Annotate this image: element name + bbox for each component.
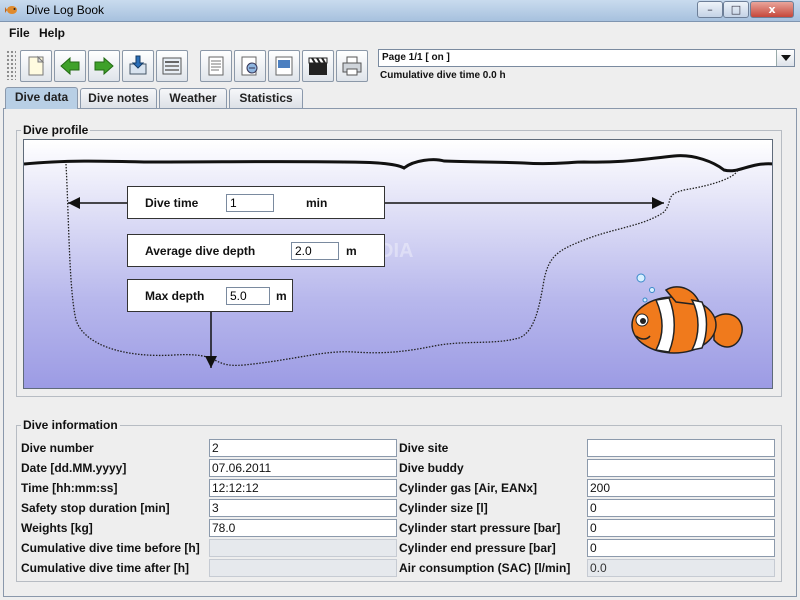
menu-bar: File Help bbox=[0, 22, 800, 44]
cumulative-before-label: Cumulative dive time before [h] bbox=[21, 541, 200, 555]
arrow-right-icon bbox=[94, 56, 114, 76]
page-selector-value: Page 1/1 [ on ] bbox=[382, 52, 450, 63]
weather-icon bbox=[241, 56, 258, 76]
cylinder-end-pressure-label: Cylinder end pressure [bar] bbox=[399, 541, 556, 555]
dive-buddy-field[interactable] bbox=[587, 459, 775, 477]
dive-buddy-label: Dive buddy bbox=[399, 461, 464, 475]
toolbar-grip[interactable] bbox=[6, 50, 16, 80]
import-icon bbox=[129, 55, 147, 75]
cylinder-end-pressure-field[interactable]: 0 bbox=[587, 539, 775, 557]
max-depth-box: Max depth 5.0 m bbox=[127, 279, 293, 312]
cylinder-size-label: Cylinder size [l] bbox=[399, 501, 488, 515]
average-depth-box: Average dive depth 2.0 m bbox=[127, 234, 385, 267]
cumulative-dive-time: Cumulative dive time 0.0 h bbox=[380, 70, 506, 81]
cumulative-after-field bbox=[209, 559, 397, 577]
average-depth-input[interactable]: 2.0 bbox=[291, 242, 339, 260]
clownfish-icon bbox=[631, 286, 743, 354]
safety-stop-field[interactable]: 3 bbox=[209, 499, 397, 517]
video-button[interactable] bbox=[302, 50, 334, 82]
cylinder-start-pressure-label: Cylinder start pressure [bar] bbox=[399, 521, 561, 535]
import-button[interactable] bbox=[122, 50, 154, 82]
air-consumption-label: Air consumption (SAC) [l/min] bbox=[399, 561, 571, 575]
menu-help[interactable]: Help bbox=[39, 26, 65, 40]
average-depth-unit: m bbox=[346, 244, 357, 258]
print-preview-button[interactable] bbox=[156, 50, 188, 82]
safety-stop-label: Safety stop duration [min] bbox=[21, 501, 170, 515]
tab-dive-data[interactable]: Dive data bbox=[5, 87, 78, 109]
arrow-left-icon bbox=[60, 56, 80, 76]
weather-button[interactable] bbox=[234, 50, 266, 82]
dive-profile-title: Dive profile bbox=[21, 123, 91, 137]
next-button[interactable] bbox=[88, 50, 120, 82]
new-button[interactable] bbox=[20, 50, 52, 82]
cylinder-gas-label: Cylinder gas [Air, EANx] bbox=[399, 481, 538, 495]
air-consumption-field: 0.0 bbox=[587, 559, 775, 577]
weights-field[interactable]: 78.0 bbox=[209, 519, 397, 537]
picture-button[interactable] bbox=[268, 50, 300, 82]
minimize-button[interactable]: – bbox=[697, 1, 723, 18]
title-bar: Dive Log Book – □ x bbox=[0, 0, 800, 22]
bubble bbox=[636, 273, 646, 283]
dive-information-title: Dive information bbox=[21, 418, 120, 432]
dive-time-label: Dive time bbox=[145, 196, 199, 210]
new-document-icon bbox=[28, 55, 45, 76]
dive-site-field[interactable] bbox=[587, 439, 775, 457]
chevron-down-icon bbox=[781, 55, 791, 61]
max-depth-input[interactable]: 5.0 bbox=[226, 287, 270, 305]
print-preview-icon bbox=[162, 57, 182, 75]
water-surface-line bbox=[24, 154, 772, 173]
bubble bbox=[642, 297, 648, 303]
dive-number-field[interactable]: 2 bbox=[209, 439, 397, 457]
max-depth-unit: m bbox=[276, 289, 287, 303]
dive-profile-canvas: SOFTPEDIA Dive time 1 min Average dive d… bbox=[23, 139, 773, 389]
printer-icon bbox=[342, 56, 362, 76]
dive-number-label: Dive number bbox=[21, 441, 94, 455]
menu-file[interactable]: File bbox=[9, 26, 30, 40]
previous-button[interactable] bbox=[54, 50, 86, 82]
tab-bar: Dive data Dive notes Weather Statistics bbox=[0, 87, 800, 109]
date-label: Date [dd.MM.yyyy] bbox=[21, 461, 127, 475]
time-label: Time [hh:mm:ss] bbox=[21, 481, 118, 495]
window-title: Dive Log Book bbox=[26, 3, 105, 17]
picture-icon bbox=[275, 56, 293, 76]
maximize-button[interactable]: □ bbox=[723, 1, 749, 18]
app-icon bbox=[5, 6, 17, 14]
clapperboard-icon bbox=[308, 57, 328, 75]
dive-time-input[interactable]: 1 bbox=[226, 194, 274, 212]
dive-time-unit: min bbox=[306, 196, 328, 210]
tab-dive-notes[interactable]: Dive notes bbox=[80, 88, 157, 108]
cumulative-after-label: Cumulative dive time after [h] bbox=[21, 561, 190, 575]
print-button[interactable] bbox=[336, 50, 368, 82]
cumulative-before-field bbox=[209, 539, 397, 557]
notes-icon bbox=[208, 56, 224, 76]
average-depth-label: Average dive depth bbox=[145, 244, 256, 258]
page-selector-dropdown[interactable] bbox=[776, 50, 794, 66]
bubble bbox=[649, 287, 655, 293]
dive-time-box: Dive time 1 min bbox=[127, 186, 385, 219]
dive-site-label: Dive site bbox=[399, 441, 449, 455]
close-button[interactable]: x bbox=[750, 1, 794, 18]
page-selector[interactable]: Page 1/1 [ on ] bbox=[378, 49, 795, 67]
cylinder-gas-field[interactable]: 200 bbox=[587, 479, 775, 497]
tab-weather[interactable]: Weather bbox=[159, 88, 227, 108]
cylinder-start-pressure-field[interactable]: 0 bbox=[587, 519, 775, 537]
time-field[interactable]: 12:12:12 bbox=[209, 479, 397, 497]
tab-statistics[interactable]: Statistics bbox=[229, 88, 303, 108]
max-depth-label: Max depth bbox=[145, 289, 205, 303]
cylinder-size-field[interactable]: 0 bbox=[587, 499, 775, 517]
date-field[interactable]: 07.06.2011 bbox=[209, 459, 397, 477]
weights-label: Weights [kg] bbox=[21, 521, 93, 535]
notes-button[interactable] bbox=[200, 50, 232, 82]
